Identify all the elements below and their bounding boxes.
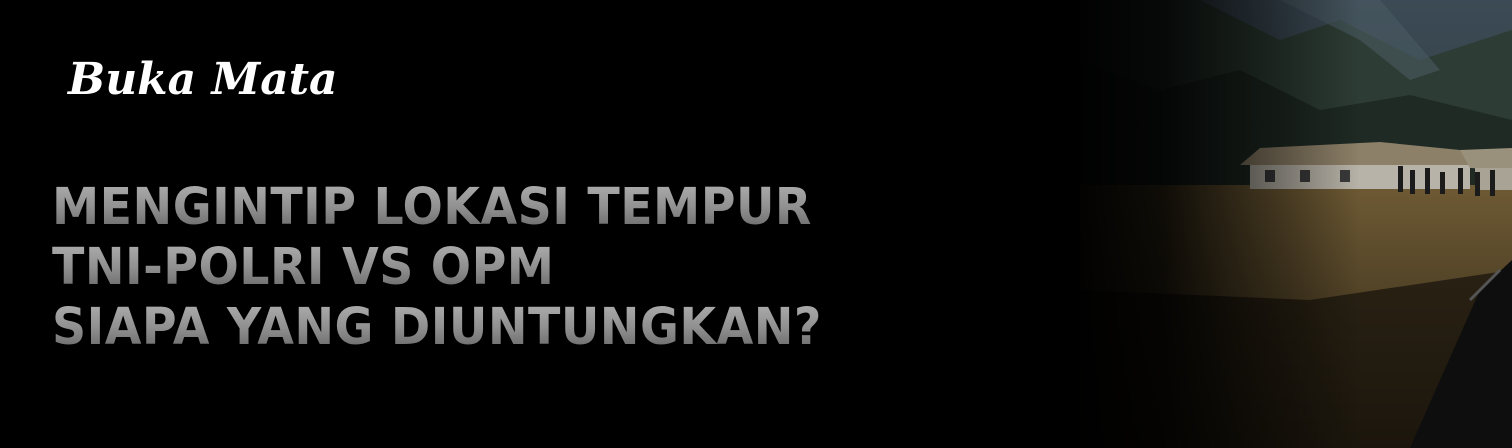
logo-script: Buka Mata	[66, 54, 338, 105]
logo-text: Buka Mata	[66, 54, 338, 105]
banner: Buka Mata MENGINTIP LOKASI TEMPUR TNI-PO…	[0, 0, 1512, 448]
headline-line-1: MENGINTIP LOKASI TEMPUR	[52, 178, 982, 238]
photo-fade-overlay	[1060, 0, 1360, 448]
buka-mata-logo: Buka Mata	[66, 36, 356, 126]
headline-line-3: SIAPA YANG DIUNTUNGKAN?	[52, 298, 982, 358]
headline: MENGINTIP LOKASI TEMPUR TNI-POLRI VS OPM…	[52, 178, 1052, 358]
headline-line-2: TNI-POLRI VS OPM	[52, 238, 982, 298]
